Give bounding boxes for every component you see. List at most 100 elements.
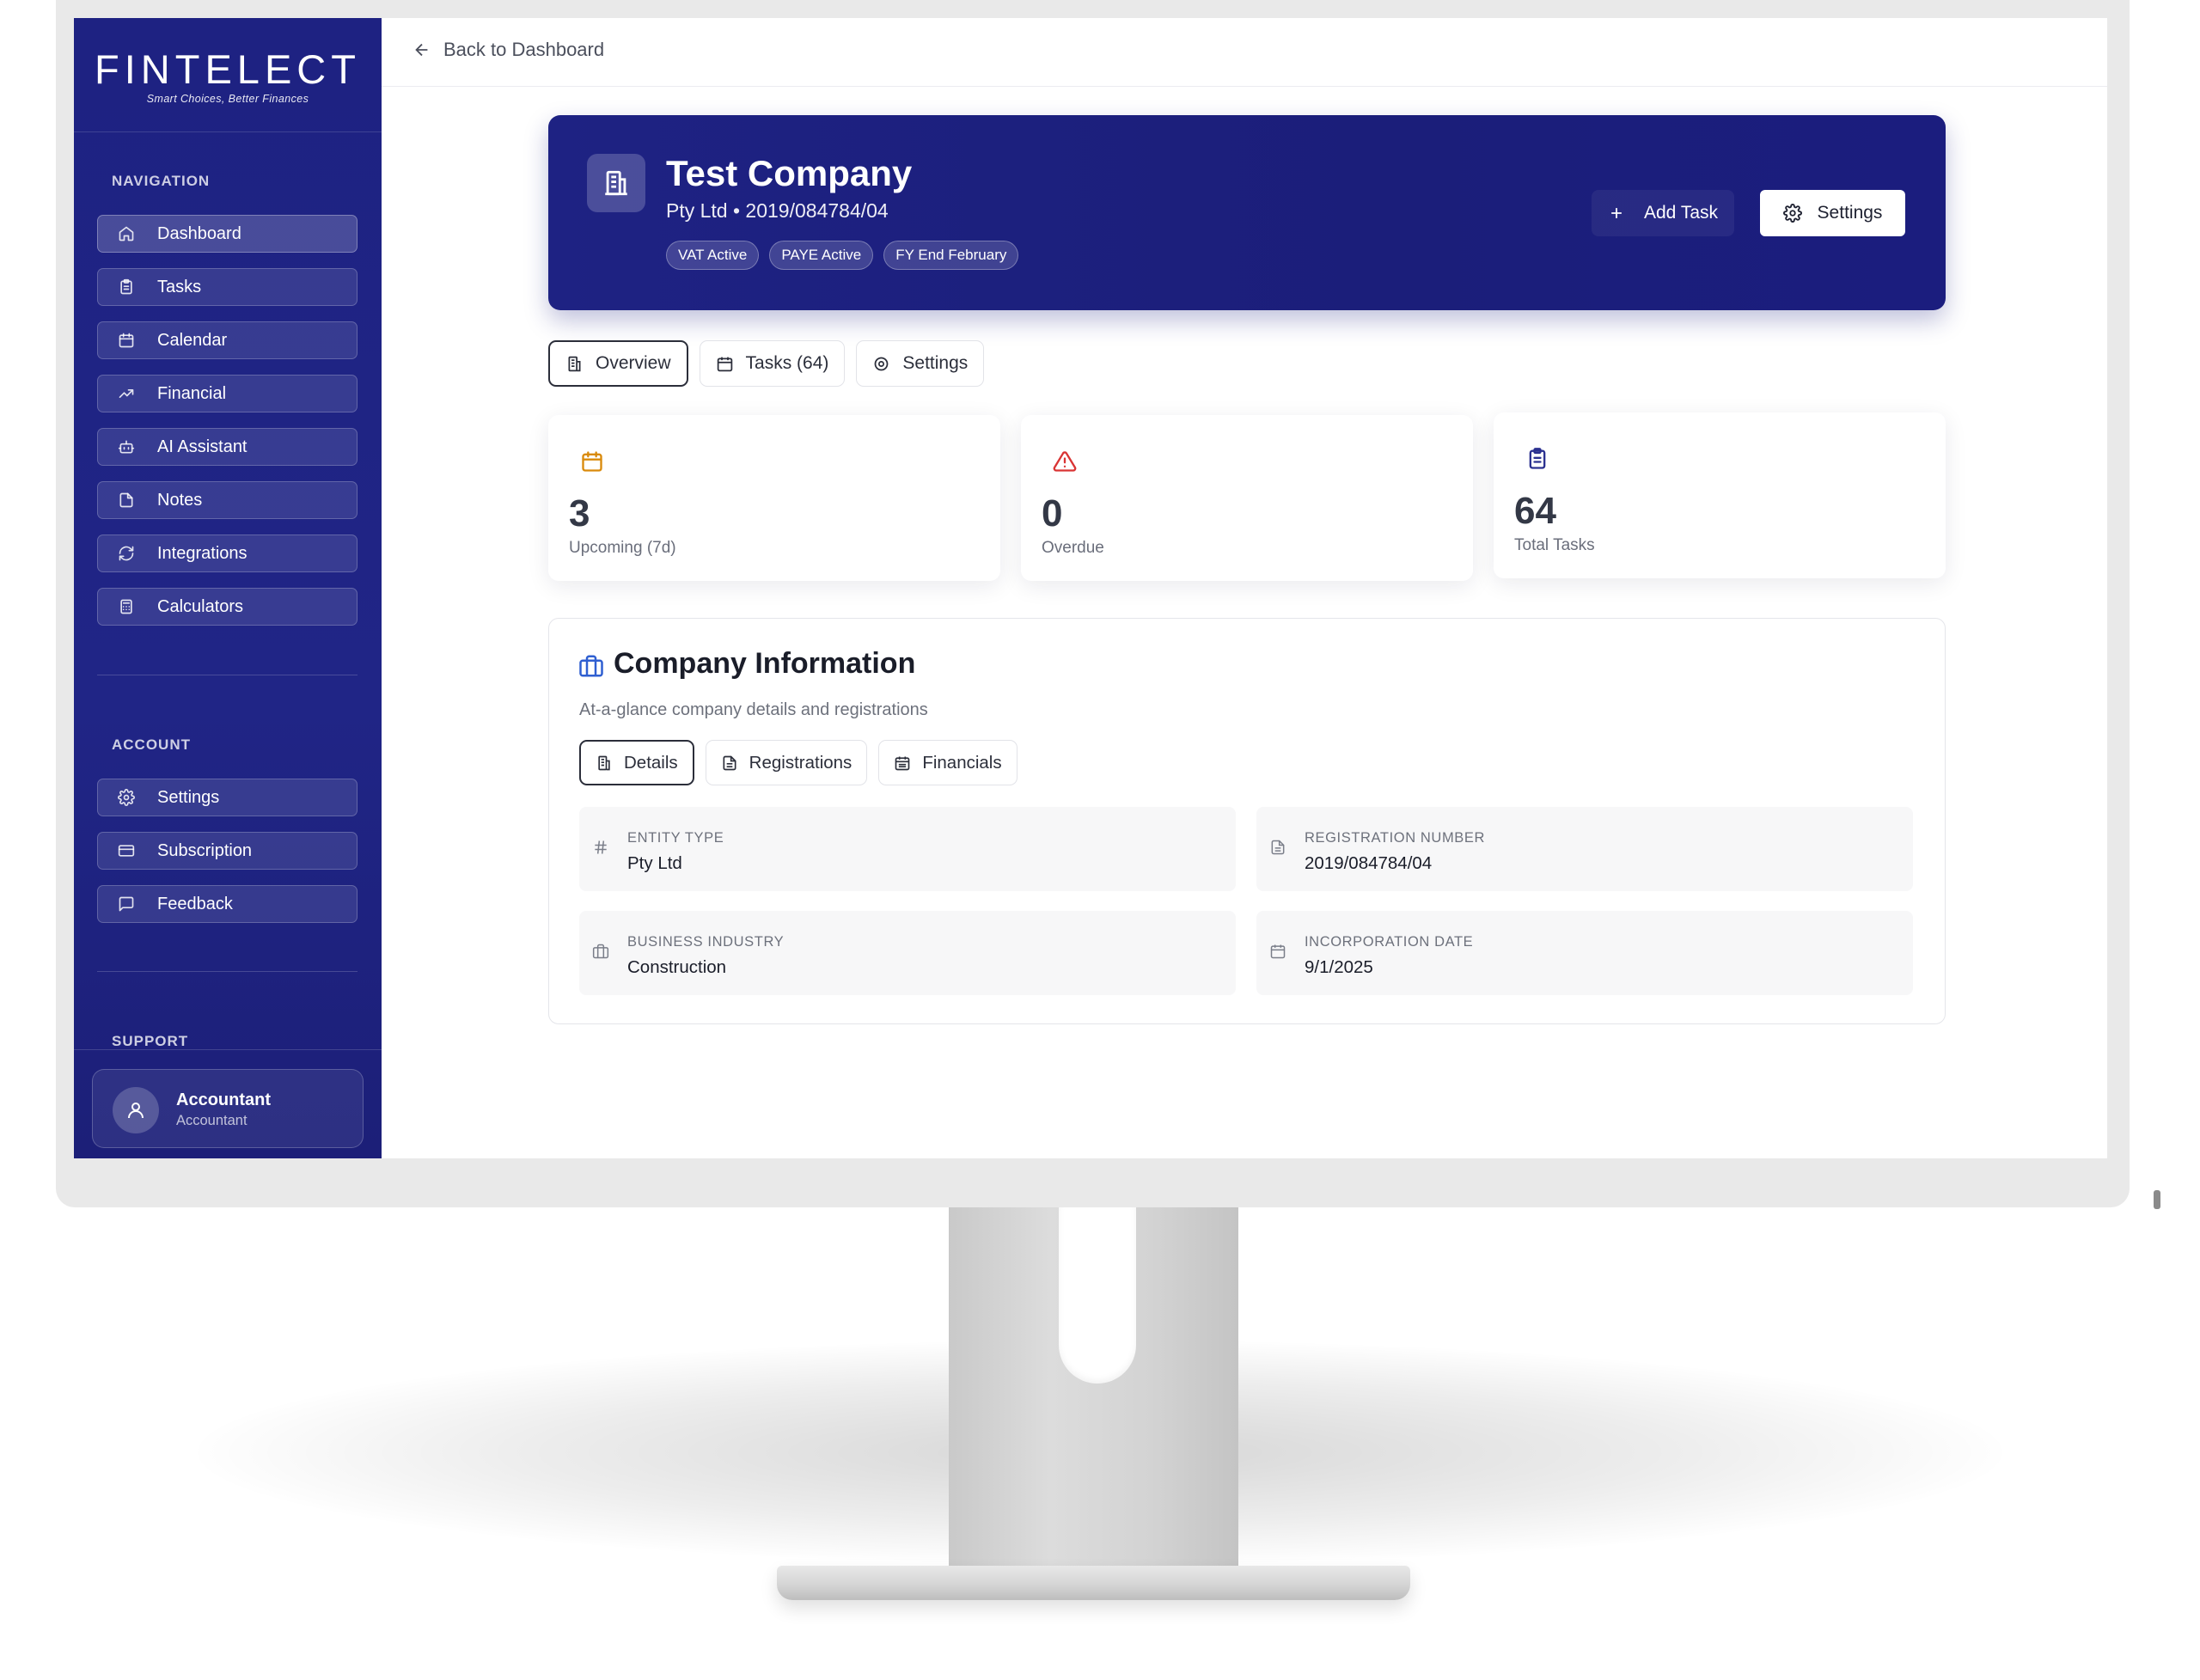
sidebar-item-integrations[interactable]: Integrations xyxy=(97,535,358,572)
sidebar-item-settings[interactable]: Settings xyxy=(97,779,358,816)
tab-overview[interactable]: Overview xyxy=(548,340,688,387)
monitor-stand-base xyxy=(777,1566,1410,1600)
tab-label: Overview xyxy=(596,353,671,373)
field-business-industry: BUSINESS INDUSTRY Construction xyxy=(579,911,1236,995)
back-link-label: Back to Dashboard xyxy=(443,39,605,60)
user-icon xyxy=(128,1103,144,1119)
stat-card-upcoming: 3 Upcoming (7d) xyxy=(548,415,1000,581)
file-text-icon xyxy=(723,755,736,770)
bot-icon xyxy=(117,437,136,456)
sidebar-divider xyxy=(97,971,358,972)
tab-label: Settings xyxy=(902,353,969,373)
back-to-dashboard-link[interactable]: Back to Dashboard xyxy=(412,39,604,61)
user-role: Accountant xyxy=(176,1113,248,1128)
refresh-icon xyxy=(117,544,136,563)
sidebar-item-label: Settings xyxy=(157,787,220,807)
calendar-icon xyxy=(580,449,604,473)
top-bar: Back to Dashboard xyxy=(382,18,2107,87)
tab-financials[interactable]: Financials xyxy=(878,740,1018,785)
company-name: Test Company xyxy=(666,153,913,193)
status-badge: VAT Active xyxy=(666,241,760,270)
calculator-icon xyxy=(117,597,136,616)
building-icon xyxy=(598,755,610,770)
tab-details[interactable]: Details xyxy=(579,740,694,785)
gear-icon xyxy=(117,788,136,807)
sidebar-item-dashboard[interactable]: Dashboard xyxy=(97,215,358,253)
home-icon xyxy=(117,224,136,243)
stat-label: Total Tasks xyxy=(1514,536,1595,554)
clipboard-icon xyxy=(117,278,136,296)
company-subtitle: Pty Ltd • 2019/084784/04 xyxy=(666,199,889,222)
field-incorporation-date: INCORPORATION DATE 9/1/2025 xyxy=(1256,911,1913,995)
sidebar-item-notes[interactable]: Notes xyxy=(97,481,358,519)
page-tabs: Overview Tasks (64) Settings xyxy=(548,340,985,387)
sidebar-item-tasks[interactable]: Tasks xyxy=(97,268,358,306)
sidebar-item-label: Notes xyxy=(157,490,203,510)
user-menu-button[interactable]: Accountant Accountant xyxy=(92,1069,364,1148)
field-label: ENTITY TYPE xyxy=(627,830,724,846)
sidebar-item-label: Dashboard xyxy=(157,223,241,243)
message-icon xyxy=(117,895,136,913)
stat-value: 64 xyxy=(1514,490,1556,532)
status-badges: VAT Active PAYE Active FY End February xyxy=(666,241,1019,270)
company-settings-button[interactable]: Settings xyxy=(1760,190,1905,236)
sidebar-item-label: Calculators xyxy=(157,596,244,616)
power-indicator xyxy=(2154,1190,2160,1209)
file-text-icon xyxy=(1269,839,1288,858)
stat-card-total-tasks: 64 Total Tasks xyxy=(1494,412,1946,578)
brand-logo[interactable]: FINTELECT Smart Choices, Better Finances xyxy=(74,18,382,132)
field-value: 9/1/2025 xyxy=(1305,957,1373,977)
brand-name: FINTELECT xyxy=(95,46,361,92)
company-information-card: Company Information At-a-glance company … xyxy=(548,618,1946,1024)
field-value: Construction xyxy=(627,957,727,977)
sidebar-item-ai-assistant[interactable]: AI Assistant xyxy=(97,428,358,466)
sidebar-item-feedback[interactable]: Feedback xyxy=(97,885,358,923)
tab-registrations[interactable]: Registrations xyxy=(705,740,868,785)
info-tabs: Details Registrations Financials xyxy=(579,740,1018,785)
account-section-label: ACCOUNT xyxy=(112,736,191,753)
alert-triangle-icon xyxy=(1053,449,1077,473)
stat-label: Overdue xyxy=(1042,539,1104,557)
sidebar-item-label: Calendar xyxy=(157,330,228,350)
sidebar-item-calculators[interactable]: Calculators xyxy=(97,588,358,626)
tab-settings[interactable]: Settings xyxy=(856,340,985,387)
sidebar-item-label: Financial xyxy=(157,383,227,403)
sidebar-item-subscription[interactable]: Subscription xyxy=(97,832,358,870)
plus-icon xyxy=(1611,208,1622,218)
clipboard-icon xyxy=(1525,447,1549,471)
tab-label: Tasks (64) xyxy=(745,353,829,373)
sidebar: FINTELECT Smart Choices, Better Finances… xyxy=(74,18,382,1158)
field-registration-number: REGISTRATION NUMBER 2019/084784/04 xyxy=(1256,807,1913,891)
sidebar-item-label: AI Assistant xyxy=(157,437,248,456)
add-task-button[interactable]: Add Task xyxy=(1592,190,1734,236)
add-task-label: Add Task xyxy=(1644,203,1718,223)
support-section-label: SUPPORT xyxy=(112,1033,189,1049)
navigation-section-label: NAVIGATION xyxy=(112,173,211,189)
section-title: Company Information xyxy=(614,647,916,680)
user-name: Accountant xyxy=(176,1090,271,1109)
trending-up-icon xyxy=(117,384,136,403)
sidebar-item-financial[interactable]: Financial xyxy=(97,375,358,412)
credit-card-icon xyxy=(117,841,136,860)
field-entity-type: ENTITY TYPE Pty Ltd xyxy=(579,807,1236,891)
tab-label: Registrations xyxy=(749,752,852,773)
status-badge: PAYE Active xyxy=(769,241,874,270)
stat-label: Upcoming (7d) xyxy=(569,539,676,557)
file-icon xyxy=(117,491,136,510)
tab-label: Financials xyxy=(922,752,1002,773)
field-value: 2019/084784/04 xyxy=(1305,853,1433,873)
gear-icon xyxy=(875,357,889,370)
building-icon xyxy=(568,356,581,371)
building-icon xyxy=(587,154,645,212)
avatar xyxy=(113,1087,159,1133)
tab-tasks[interactable]: Tasks (64) xyxy=(699,340,846,387)
section-subtitle: At-a-glance company details and registra… xyxy=(579,700,928,719)
app-screen: FINTELECT Smart Choices, Better Finances… xyxy=(74,18,2107,1158)
calendar-icon xyxy=(717,357,732,371)
sidebar-item-calendar[interactable]: Calendar xyxy=(97,321,358,359)
settings-label: Settings xyxy=(1817,203,1883,223)
status-badge: FY End February xyxy=(883,241,1019,270)
field-label: INCORPORATION DATE xyxy=(1305,934,1474,950)
field-label: REGISTRATION NUMBER xyxy=(1305,830,1486,846)
stat-value: 3 xyxy=(569,492,590,535)
